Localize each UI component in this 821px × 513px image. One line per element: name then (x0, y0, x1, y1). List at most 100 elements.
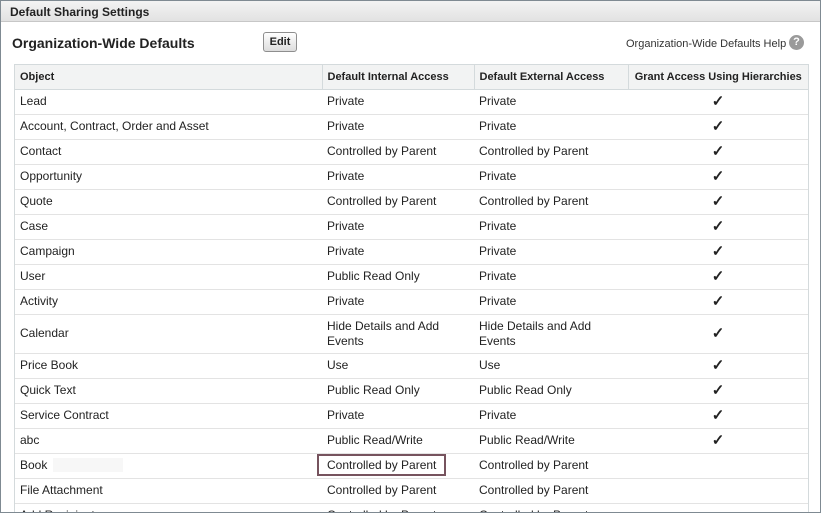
checkmark-icon: ✓ (711, 382, 725, 399)
external-access-cell: Controlled by Parent (474, 503, 628, 512)
help-link[interactable]: Organization-Wide Defaults Help (626, 38, 786, 50)
column-header-grant-access: Grant Access Using Hierarchies (628, 65, 808, 90)
grant-access-cell: ✓ (628, 314, 808, 354)
internal-access-cell: Public Read/Write (322, 428, 474, 454)
sharing-settings-window: Default Sharing Settings Organization-Wi… (0, 0, 821, 513)
external-access-cell: Private (474, 403, 628, 429)
table-row: Quick Text Public Read Only Public Read On… (15, 378, 808, 404)
internal-access-cell: Controlled by Parent (322, 139, 474, 165)
object-cell: Calendar (15, 314, 322, 354)
internal-access-cell: Private (322, 403, 474, 429)
grant-access-cell: ✓ (628, 289, 808, 315)
table-row: Campaign Private Private ✓ (15, 239, 808, 265)
checkmark-icon: ✓ (711, 432, 725, 449)
checkmark-icon: ✓ (711, 143, 725, 160)
grant-access-cell (628, 503, 808, 512)
table-row: Service Contract Private Private ✓ (15, 403, 808, 429)
checkmark-icon: ✓ (711, 118, 725, 135)
checkmark-icon: ✓ (711, 268, 725, 285)
object-cell: Opportunity (15, 164, 322, 190)
checkmark-icon: ✓ (711, 218, 725, 235)
grant-access-cell: ✓ (628, 264, 808, 290)
object-cell: Campaign (15, 239, 322, 265)
object-cell: Add Recipient (15, 503, 322, 512)
external-access-cell: Private (474, 264, 628, 290)
grant-access-cell: ✓ (628, 164, 808, 190)
internal-access-cell: Controlled by Parent (322, 503, 474, 512)
grant-access-cell (628, 478, 808, 504)
grant-access-cell: ✓ (628, 403, 808, 429)
defaults-table: Object Default Internal Access Default E… (14, 64, 809, 512)
table-row: abc Public Read/Write Public Read/Write ✓ (15, 428, 808, 454)
grant-access-cell: ✓ (628, 428, 808, 454)
internal-access-cell: Private (322, 89, 474, 115)
external-access-cell: Controlled by Parent (474, 139, 628, 165)
object-cell: Price Book (15, 353, 322, 379)
table-row: User Public Read Only Private ✓ (15, 264, 808, 290)
table-row: Lead Private Private ✓ (15, 89, 808, 115)
table-row: Opportunity Private Private ✓ (15, 164, 808, 190)
internal-access-cell: Controlled by Parent (322, 478, 474, 504)
external-access-cell: Private (474, 214, 628, 240)
internal-access-cell: Private (322, 164, 474, 190)
table-header-row: Object Default Internal Access Default E… (15, 65, 808, 90)
table-row: Add RecipientControlled by ParentControl… (15, 503, 808, 512)
grant-access-cell: ✓ (628, 353, 808, 379)
checkmark-icon: ✓ (711, 93, 725, 110)
checkmark-icon: ✓ (711, 357, 725, 374)
object-cell: User (15, 264, 322, 290)
external-access-cell: Private (474, 289, 628, 315)
grant-access-cell: ✓ (628, 89, 808, 115)
external-access-cell: Private (474, 239, 628, 265)
object-cell: Service Contract (15, 403, 322, 429)
internal-access-cell: Controlled by Parent (322, 189, 474, 215)
grant-access-cell (628, 453, 808, 479)
column-header-internal-access: Default Internal Access (322, 65, 475, 90)
object-cell: Account, Contract, Order and Asset (15, 114, 322, 140)
checkmark-icon: ✓ (711, 293, 725, 310)
external-access-cell: Public Read/Write (474, 428, 628, 454)
table-row: Contact Controlled by Parent Controlled by… (15, 139, 808, 165)
object-cell: File Attachment (15, 478, 322, 504)
external-access-cell: Public Read Only (474, 378, 628, 404)
internal-access-cell: Controlled by Parent (322, 453, 474, 479)
grant-access-cell: ✓ (628, 239, 808, 265)
table-row: Account, Contract, Order and Asset Privat… (15, 114, 808, 140)
grant-access-cell: ✓ (628, 378, 808, 404)
object-cell: abc (15, 428, 322, 454)
help-icon[interactable]: ? (789, 35, 804, 50)
internal-access-cell: Private (322, 214, 474, 240)
grant-access-cell: ✓ (628, 214, 808, 240)
external-access-cell: Private (474, 164, 628, 190)
internal-access-cell: Private (322, 289, 474, 315)
internal-access-cell: Hide Details and Add Events (322, 314, 474, 354)
section-title: Organization-Wide Defaults (12, 35, 195, 51)
table-row: File Attachment Controlled by Parent Contr… (15, 478, 808, 504)
internal-access-cell: Private (322, 114, 474, 140)
redacted-area (53, 458, 123, 472)
edit-button[interactable]: Edit (263, 32, 297, 52)
checkmark-icon: ✓ (711, 407, 725, 424)
object-cell: Quote (15, 189, 322, 215)
grant-access-cell: ✓ (628, 189, 808, 215)
grant-access-cell: ✓ (628, 114, 808, 140)
external-access-cell: Hide Details and Add Events (474, 314, 628, 354)
checkmark-icon: ✓ (711, 193, 725, 210)
external-access-cell: Controlled by Parent (474, 478, 628, 504)
object-cell: Activity (15, 289, 322, 315)
external-access-cell: Private (474, 114, 628, 140)
table-row: Calendar Hide Details and Add Events Hide … (15, 314, 808, 354)
external-access-cell: Private (474, 89, 628, 115)
checkmark-icon: ✓ (711, 325, 725, 342)
page-header: Default Sharing Settings (1, 1, 820, 22)
external-access-cell: Use (474, 353, 628, 379)
table-row: Case Private Private ✓ (15, 214, 808, 240)
internal-access-cell: Private (322, 239, 474, 265)
external-access-cell: Controlled by Parent (474, 453, 628, 479)
checkmark-icon: ✓ (711, 168, 725, 185)
internal-access-cell: Public Read Only (322, 378, 474, 404)
page-title: Default Sharing Settings (10, 5, 150, 19)
table-row: Quote Controlled by Parent Controlled by P… (15, 189, 808, 215)
column-header-external-access: Default External Access (474, 65, 629, 90)
grant-access-cell: ✓ (628, 139, 808, 165)
